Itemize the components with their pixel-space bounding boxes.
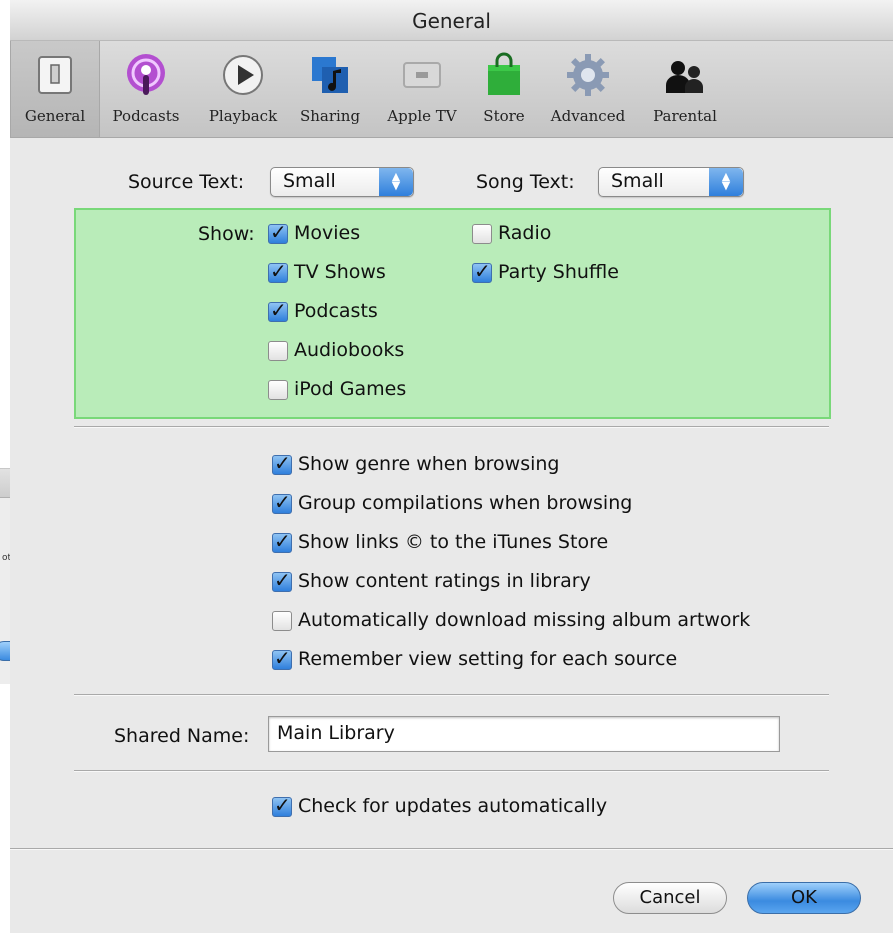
song-text-label: Song Text:	[476, 171, 575, 193]
tab-general[interactable]: General	[10, 41, 100, 137]
source-text-popup[interactable]: Small ▲ ▼	[270, 167, 414, 197]
checkbox-checked-icon	[268, 259, 288, 283]
checkbox-checked-icon	[268, 220, 288, 244]
store-bag-icon	[488, 52, 520, 95]
checkbox-label: Show links © to the iTunes Store	[298, 531, 609, 553]
checkbox-label: Radio	[498, 222, 552, 244]
separator	[74, 770, 829, 772]
ok-button[interactable]: OK	[747, 882, 861, 914]
show-label: Show:	[198, 223, 255, 245]
popup-arrows-icon: ▲ ▼	[379, 168, 413, 196]
checkbox-checked-icon	[272, 793, 292, 817]
tab-playback-label: Playback	[208, 107, 278, 125]
tab-podcasts-label: Podcasts	[112, 107, 180, 125]
checkbox-unchecked-icon	[272, 611, 292, 631]
tab-sharing[interactable]: Sharing	[294, 41, 366, 137]
parental-icon	[666, 61, 703, 93]
checkbox-label: Group compilations when browsing	[298, 492, 633, 514]
playback-icon	[223, 55, 263, 95]
apple-tv-icon	[403, 62, 441, 88]
checkbox-label: Remember view setting for each source	[298, 648, 678, 670]
checkbox-unchecked-icon	[472, 224, 492, 244]
podcasts-icon	[127, 54, 165, 95]
checkbox-label: Show content ratings in library	[298, 570, 591, 592]
checkbox-label: iPod Games	[294, 378, 407, 400]
separator	[74, 694, 829, 696]
show-section-highlight	[74, 208, 831, 419]
shared-name-value: Main Library	[277, 722, 395, 744]
tab-store-label: Store	[483, 107, 525, 125]
window-title: General	[10, 0, 893, 41]
checkbox-label: Show genre when browsing	[298, 453, 560, 475]
checkbox-label: Party Shuffle	[498, 261, 619, 283]
sharing-icon	[312, 57, 348, 93]
checkbox-unchecked-icon	[268, 380, 288, 400]
shared-name-input[interactable]: Main Library	[268, 716, 780, 752]
tab-store[interactable]: Store	[474, 41, 534, 137]
tab-advanced[interactable]: Advanced	[540, 41, 636, 137]
song-text-value: Small	[611, 170, 664, 192]
shared-name-label: Shared Name:	[114, 725, 250, 747]
checkbox-label: Podcasts	[294, 300, 378, 322]
tab-apple-tv[interactable]: Apple TV	[376, 41, 468, 137]
tab-advanced-label: Advanced	[550, 107, 626, 125]
checkbox-checked-icon	[272, 490, 292, 514]
tab-sharing-label: Sharing	[299, 107, 361, 125]
gear-icon	[567, 54, 609, 96]
tab-playback[interactable]: Playback	[200, 41, 286, 137]
checkbox-label: Movies	[294, 222, 361, 244]
checkbox-checked-icon	[472, 259, 492, 283]
source-text-value: Small	[283, 170, 336, 192]
preferences-toolbar: General Podcasts Playback Sharing Apple …	[10, 41, 893, 138]
checkbox-checked-icon	[272, 646, 292, 670]
footer-separator	[10, 848, 893, 850]
checkbox-label: Check for updates automatically	[298, 795, 608, 817]
checkbox-checked-icon	[272, 529, 292, 553]
tab-general-label: General	[24, 107, 86, 125]
checkbox-checked-icon	[268, 298, 288, 322]
checkbox-label: Automatically download missing album art…	[298, 609, 751, 631]
checkbox-unchecked-icon	[268, 341, 288, 361]
preferences-window: General General Podcasts Playback Sharin…	[10, 0, 893, 933]
source-text-label: Source Text:	[128, 171, 245, 193]
checkbox-label: Audiobooks	[294, 339, 405, 361]
cancel-button[interactable]: Cancel	[613, 882, 727, 914]
checkbox-label: TV Shows	[294, 261, 386, 283]
tab-parental-label: Parental	[653, 107, 717, 125]
tab-podcasts[interactable]: Podcasts	[102, 41, 190, 137]
checkbox-checked-icon	[272, 451, 292, 475]
separator	[74, 426, 829, 428]
tab-parental[interactable]: Parental	[644, 41, 726, 137]
checkbox-checked-icon	[272, 568, 292, 592]
tab-apple-tv-label: Apple TV	[387, 107, 457, 125]
popup-arrows-icon: ▲ ▼	[709, 168, 743, 196]
song-text-popup[interactable]: Small ▲ ▼	[598, 167, 744, 197]
general-switch-icon	[38, 56, 72, 94]
